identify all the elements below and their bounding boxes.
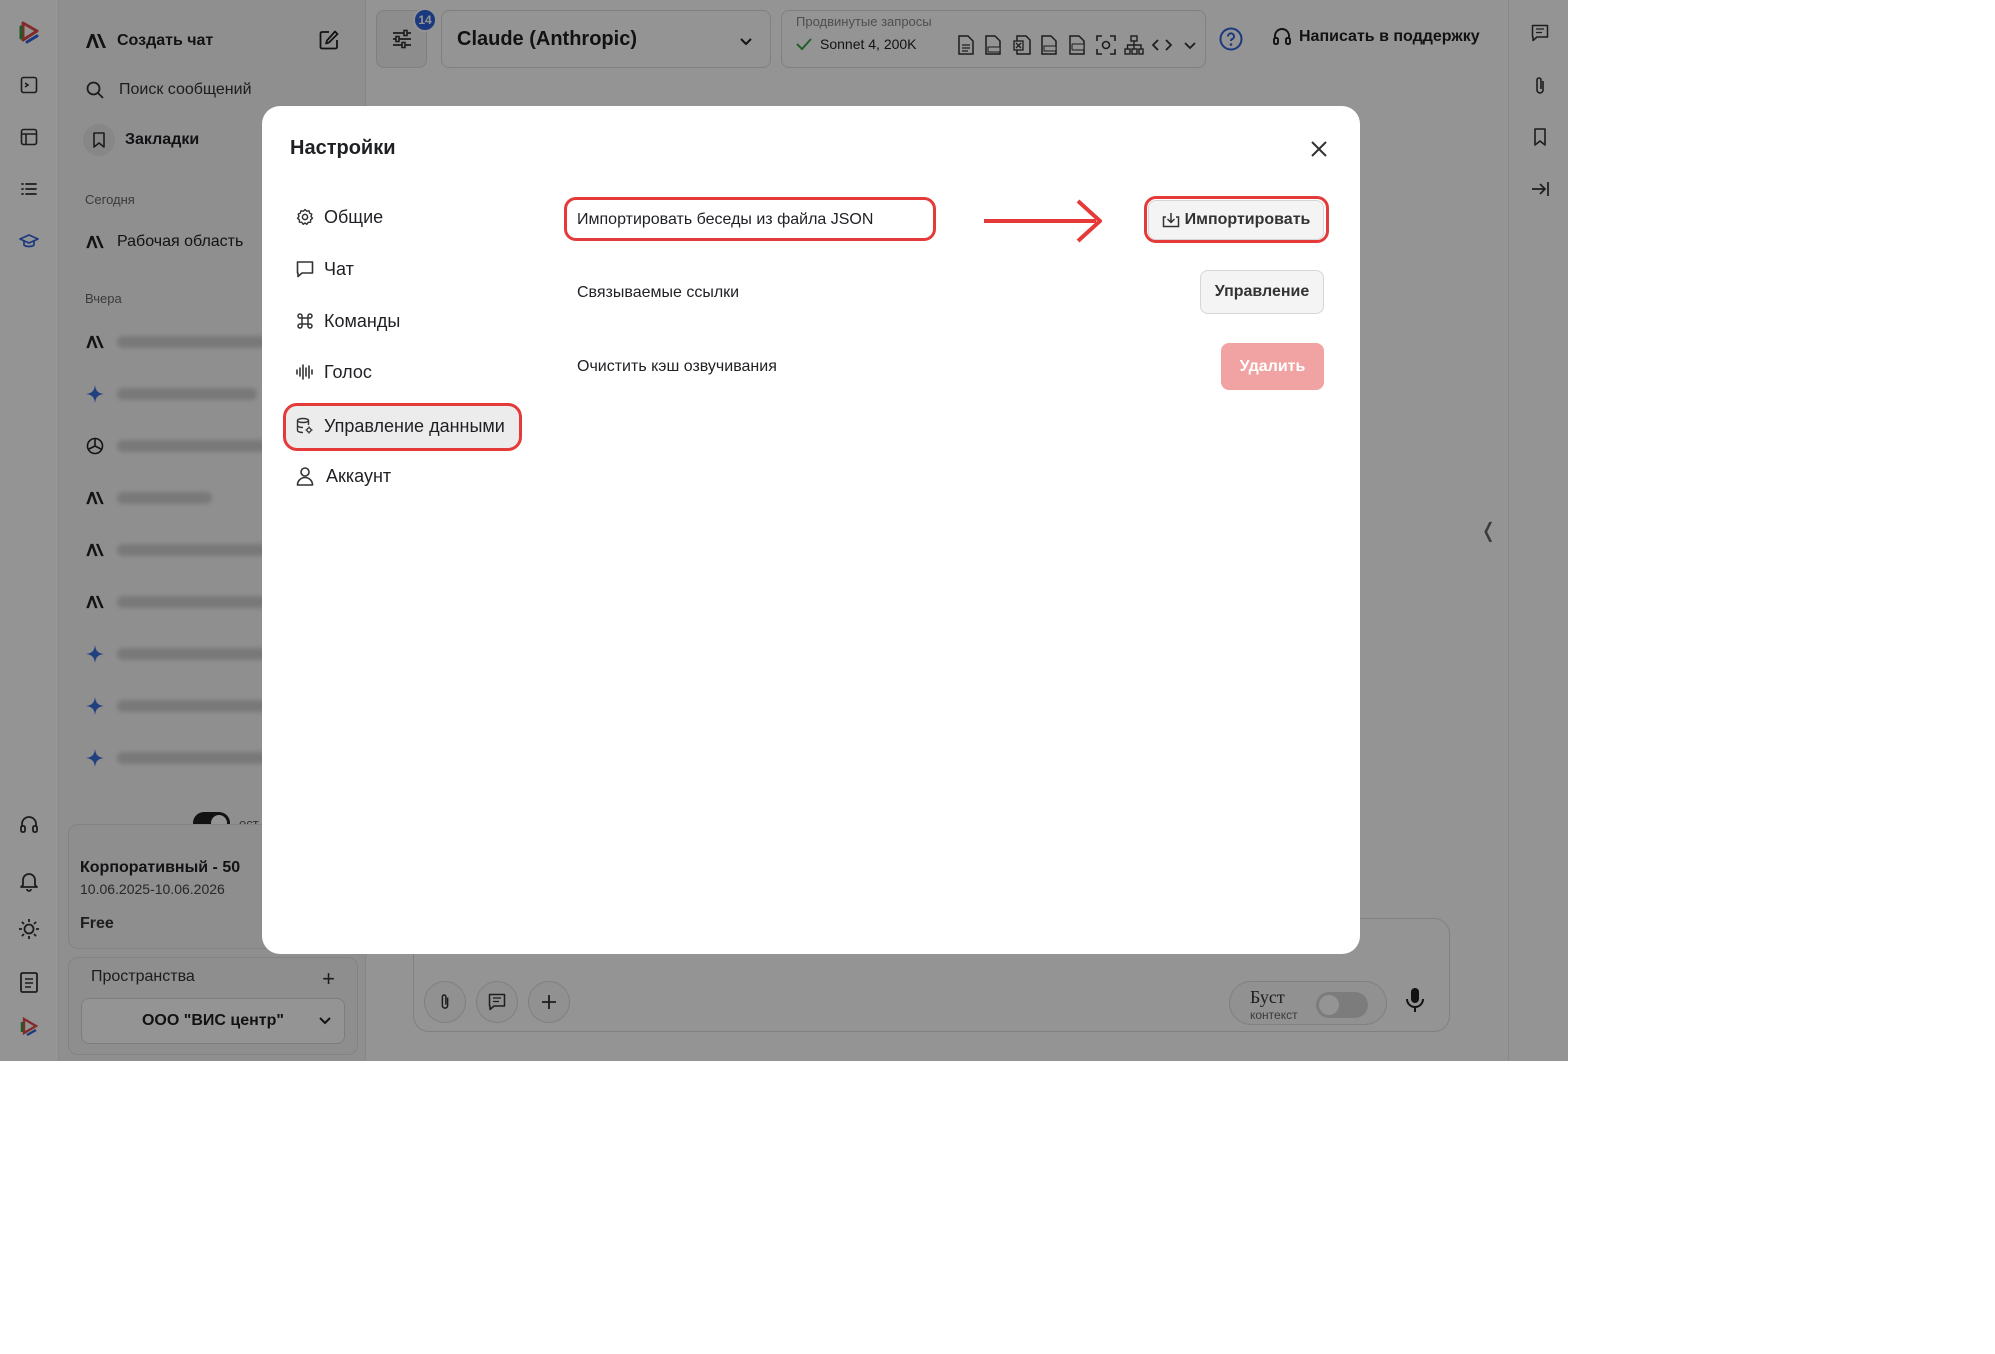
- modal-title: Настройки: [290, 137, 396, 159]
- gear-icon: [294, 206, 316, 228]
- nav-commands[interactable]: Команды: [294, 303, 400, 339]
- nav-label: Общие: [324, 206, 384, 227]
- annotation-highlight: [1144, 196, 1329, 243]
- settings-modal: Настройки Общие Чат Команды Голос Управл…: [262, 106, 1360, 954]
- user-icon: [294, 465, 316, 487]
- annotation-highlight: [283, 403, 522, 451]
- links-label: Связываемые ссылки: [577, 284, 740, 301]
- cache-label: Очистить кэш озвучивания: [577, 358, 777, 375]
- annotation-arrow-icon: [984, 199, 1102, 243]
- nav-voice[interactable]: Голос: [294, 354, 372, 390]
- nav-label: Команды: [324, 310, 401, 331]
- nav-label: Чат: [324, 258, 354, 279]
- delete-cache-button[interactable]: Удалить: [1221, 343, 1324, 390]
- command-icon: [294, 310, 316, 332]
- chat-bubble-icon: [294, 258, 316, 280]
- nav-label: Голос: [324, 361, 372, 382]
- waveform-icon: [294, 361, 316, 383]
- nav-label: Аккаунт: [326, 465, 392, 486]
- manage-links-button[interactable]: Управление: [1200, 270, 1324, 314]
- close-icon[interactable]: [1308, 138, 1330, 160]
- nav-chat[interactable]: Чат: [294, 251, 354, 287]
- annotation-highlight: [564, 197, 936, 241]
- nav-account[interactable]: Аккаунт: [294, 458, 391, 494]
- nav-general[interactable]: Общие: [294, 199, 383, 235]
